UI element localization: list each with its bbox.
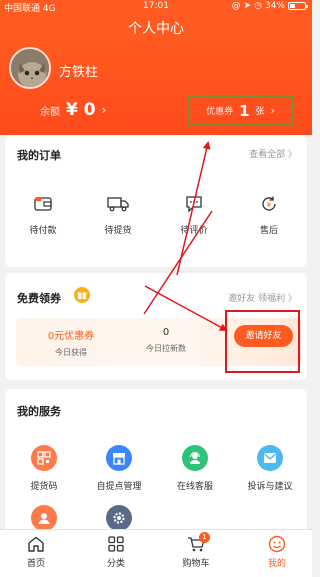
balance-value: ¥ 0 bbox=[66, 100, 96, 120]
invite-friends-button[interactable]: 邀请好友 bbox=[234, 325, 293, 347]
page-title: 个人中心 bbox=[0, 14, 312, 44]
stat-today-earned: 0元优惠券 今日获得 bbox=[16, 327, 126, 358]
stat-value: 0 bbox=[162, 327, 170, 338]
tab-category[interactable]: 分类 bbox=[86, 535, 146, 569]
orders-card: 我的订单 查看全部 〉 待付款 待提货 待评价 ¥ 售后 bbox=[5, 135, 307, 267]
battery-icon bbox=[288, 2, 308, 10]
services-card: 我的服务 提货码 自提点管理 在线客服 投诉与建议 bbox=[5, 389, 307, 539]
avatar[interactable] bbox=[9, 47, 51, 89]
tab-label: 购物车 bbox=[182, 559, 210, 569]
free-coupon-title: 免费领券 bbox=[17, 292, 61, 305]
comment-icon bbox=[183, 193, 205, 215]
cart-badge: 1 bbox=[199, 532, 210, 543]
mail-icon bbox=[257, 445, 283, 471]
svg-text:¥: ¥ bbox=[267, 201, 272, 209]
gear-icon bbox=[106, 505, 132, 531]
coupon-unit: 张 bbox=[255, 107, 265, 117]
service-label: 在线客服 bbox=[176, 482, 213, 492]
service-label: 投诉与建议 bbox=[247, 482, 293, 492]
order-item-after-sales[interactable]: ¥ 售后 bbox=[239, 193, 299, 236]
wallet-icon bbox=[32, 193, 54, 215]
status-right: @ ➤ ◷ 34% bbox=[231, 1, 308, 11]
order-item-pending-pickup[interactable]: 待提货 bbox=[88, 193, 148, 236]
tab-cart[interactable]: 1 购物车 bbox=[166, 532, 226, 569]
order-item-pending-payment[interactable]: 待付款 bbox=[13, 193, 73, 236]
order-item-label: 售后 bbox=[259, 226, 278, 236]
chevron-right-icon: › bbox=[270, 104, 275, 117]
lock-rotation-icon: @ bbox=[231, 1, 241, 11]
profile-icon bbox=[247, 535, 307, 553]
cart-icon bbox=[166, 535, 226, 553]
order-item-label: 待付款 bbox=[29, 226, 57, 236]
stat-value: 0元优惠券 bbox=[47, 331, 95, 342]
order-item-label: 待提货 bbox=[104, 226, 132, 236]
invite-highlight: 邀请好友 bbox=[225, 310, 300, 373]
profile-header: 方铁柱 余额 ¥ 0 › 优惠券 1 张 › bbox=[0, 44, 312, 135]
bottom-tab-bar: 首页 分类 1 购物车 我的 bbox=[0, 529, 312, 577]
location-arrow-icon: ➤ bbox=[243, 1, 252, 11]
coupon-value: 1 bbox=[239, 101, 250, 120]
coupon-label: 优惠券 bbox=[206, 107, 234, 117]
refund-icon: ¥ bbox=[258, 193, 280, 215]
category-icon bbox=[86, 535, 146, 553]
chevron-right-icon: › bbox=[101, 103, 107, 117]
order-item-label: 待评价 bbox=[180, 226, 208, 236]
service-feedback[interactable]: 投诉与建议 bbox=[225, 445, 315, 492]
qrcode-icon bbox=[31, 445, 57, 471]
alarm-icon: ◷ bbox=[254, 1, 262, 11]
service-label: 提货码 bbox=[30, 482, 58, 492]
user-icon bbox=[31, 505, 57, 531]
stat-label: 今日拉新数 bbox=[146, 344, 186, 353]
truck-icon bbox=[107, 193, 129, 215]
stat-today-new-users: 0 今日拉新数 bbox=[111, 327, 221, 354]
coupon-block[interactable]: 优惠券 1 张 › bbox=[188, 96, 293, 125]
username: 方铁柱 bbox=[59, 65, 99, 80]
balance-label: 余额 bbox=[40, 106, 60, 118]
invite-friends-link[interactable]: 邀好友 领福利 〉 bbox=[228, 291, 297, 304]
tab-label: 分类 bbox=[106, 559, 125, 569]
tab-label: 我的 bbox=[267, 559, 286, 569]
service-label: 自提点管理 bbox=[96, 482, 142, 492]
balance-block[interactable]: 余额 ¥ 0 › bbox=[40, 100, 106, 120]
order-item-pending-review[interactable]: 待评价 bbox=[164, 193, 224, 236]
battery-text: 34% bbox=[264, 1, 285, 11]
view-all-orders-link[interactable]: 查看全部 〉 bbox=[249, 147, 297, 160]
tab-mine[interactable]: 我的 bbox=[247, 535, 307, 569]
store-icon bbox=[106, 445, 132, 471]
customer-service-icon bbox=[182, 445, 208, 471]
home-icon bbox=[6, 535, 66, 553]
tab-label: 首页 bbox=[26, 559, 45, 569]
services-title: 我的服务 bbox=[17, 405, 61, 418]
orders-title: 我的订单 bbox=[17, 149, 61, 162]
gift-icon bbox=[74, 287, 90, 303]
status-bar: 中国联通 4G 17:01 @ ➤ ◷ 34% bbox=[0, 0, 312, 14]
tab-home[interactable]: 首页 bbox=[6, 535, 66, 569]
stat-label: 今日获得 bbox=[55, 348, 87, 357]
